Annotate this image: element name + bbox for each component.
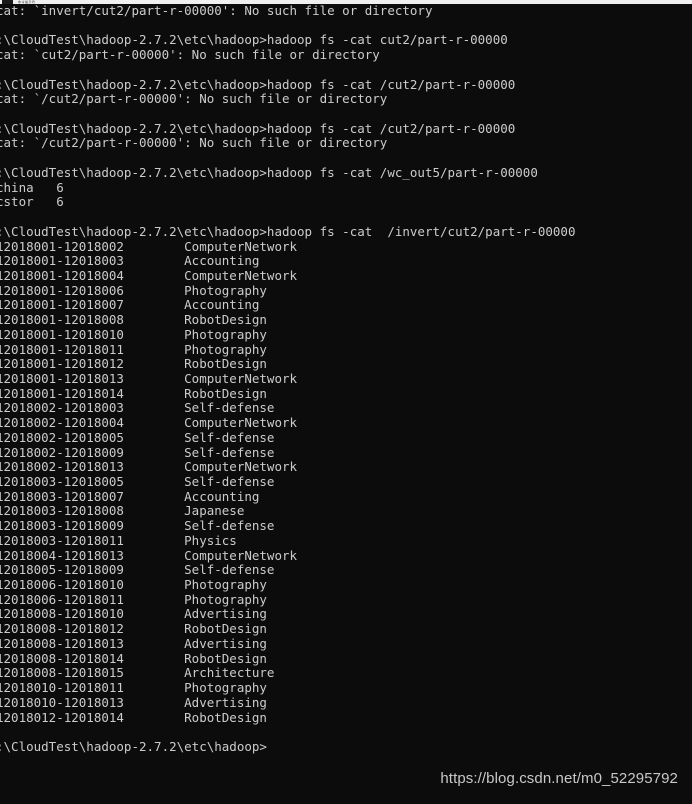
console-error-line: cat: `/cut2/part-r-00000': No such file …: [0, 91, 388, 107]
console-data-line: 12018005-12018009 Self-defense: [0, 562, 275, 578]
console-data-line: 12018001-12018013 ComputerNetwork: [0, 370, 298, 386]
console-data-line: 12018003-12018007 Accounting: [0, 488, 260, 504]
console-data-line: 12018008-12018014 RobotDesign: [0, 650, 267, 666]
terminal-window: 命令提示符 cat: `invert/cut2/part-r-00000': N…: [0, 0, 692, 804]
console-prompt-line: :\CloudTest\hadoop-2.7.2\etc\hadoop>hado…: [0, 32, 508, 48]
console-data-line: cstor 6: [0, 194, 64, 210]
console-prompt-line: :\CloudTest\hadoop-2.7.2\etc\hadoop>: [0, 738, 267, 754]
console-data-line: 12018001-12018003 Accounting: [0, 253, 260, 269]
console-data-line: 12018004-12018013 ComputerNetwork: [0, 547, 298, 563]
console-prompt-line: :\CloudTest\hadoop-2.7.2\etc\hadoop>hado…: [0, 76, 516, 92]
console-data-line: 12018002-12018003 Self-defense: [0, 400, 275, 416]
watermark-url: https://blog.csdn.net/m0_52295792: [440, 770, 678, 787]
console-data-line: 12018006-12018010 Photography: [0, 577, 267, 593]
console-data-line: 12018008-12018013 Advertising: [0, 635, 267, 651]
console-data-line: 12018002-12018005 Self-defense: [0, 429, 275, 445]
console-data-line: 12018001-12018011 Photography: [0, 341, 267, 357]
console-data-line: 12018001-12018004 ComputerNetwork: [0, 267, 298, 283]
console-data-line: 12018008-12018015 Architecture: [0, 665, 275, 681]
console-data-line: 12018001-12018006 Photography: [0, 282, 267, 298]
console-data-line: 12018001-12018008 RobotDesign: [0, 312, 267, 328]
console-data-line: 12018001-12018010 Photography: [0, 326, 267, 342]
console-data-line: 12018001-12018012 RobotDesign: [0, 356, 267, 372]
console-data-line: 12018003-12018005 Self-defense: [0, 474, 275, 489]
console-data-line: 12018002-12018009 Self-defense: [0, 444, 275, 460]
console-data-line: 12018003-12018009 Self-defense: [0, 518, 275, 534]
console-data-line: 12018001-12018014 RobotDesign: [0, 385, 267, 401]
console-data-line: 12018012-12018014 RobotDesign: [0, 709, 267, 725]
console-data-line: 12018008-12018012 RobotDesign: [0, 621, 267, 637]
console-data-line: 12018003-12018011 Physics: [0, 532, 237, 548]
console-prompt-line: :\CloudTest\hadoop-2.7.2\etc\hadoop>hado…: [0, 164, 538, 180]
console-error-line: cat: `invert/cut2/part-r-00000': No such…: [0, 3, 433, 18]
console-output-area[interactable]: cat: `invert/cut2/part-r-00000': No such…: [0, 3, 692, 804]
console-data-line: 12018001-12018007 Accounting: [0, 297, 260, 313]
console-data-line: 12018002-12018013 ComputerNetwork: [0, 459, 298, 475]
console-data-line: china 6: [0, 179, 64, 195]
console-data-line: 12018003-12018008 Japanese: [0, 503, 245, 519]
console-error-line: cat: `cut2/part-r-00000': No such file o…: [0, 47, 380, 63]
console-data-line: 12018010-12018013 Advertising: [0, 694, 267, 710]
console-prompt-line: :\CloudTest\hadoop-2.7.2\etc\hadoop>hado…: [0, 120, 516, 136]
console-prompt-line: :\CloudTest\hadoop-2.7.2\etc\hadoop>hado…: [0, 223, 576, 239]
console-data-line: 12018002-12018004 ComputerNetwork: [0, 415, 298, 431]
console-data-line: 12018008-12018010 Advertising: [0, 606, 267, 622]
console-error-line: cat: `/cut2/part-r-00000': No such file …: [0, 135, 388, 151]
console-data-line: 12018001-12018002 ComputerNetwork: [0, 238, 298, 254]
console-data-line: 12018006-12018011 Photography: [0, 591, 267, 607]
console-data-line: 12018010-12018011 Photography: [0, 680, 267, 696]
